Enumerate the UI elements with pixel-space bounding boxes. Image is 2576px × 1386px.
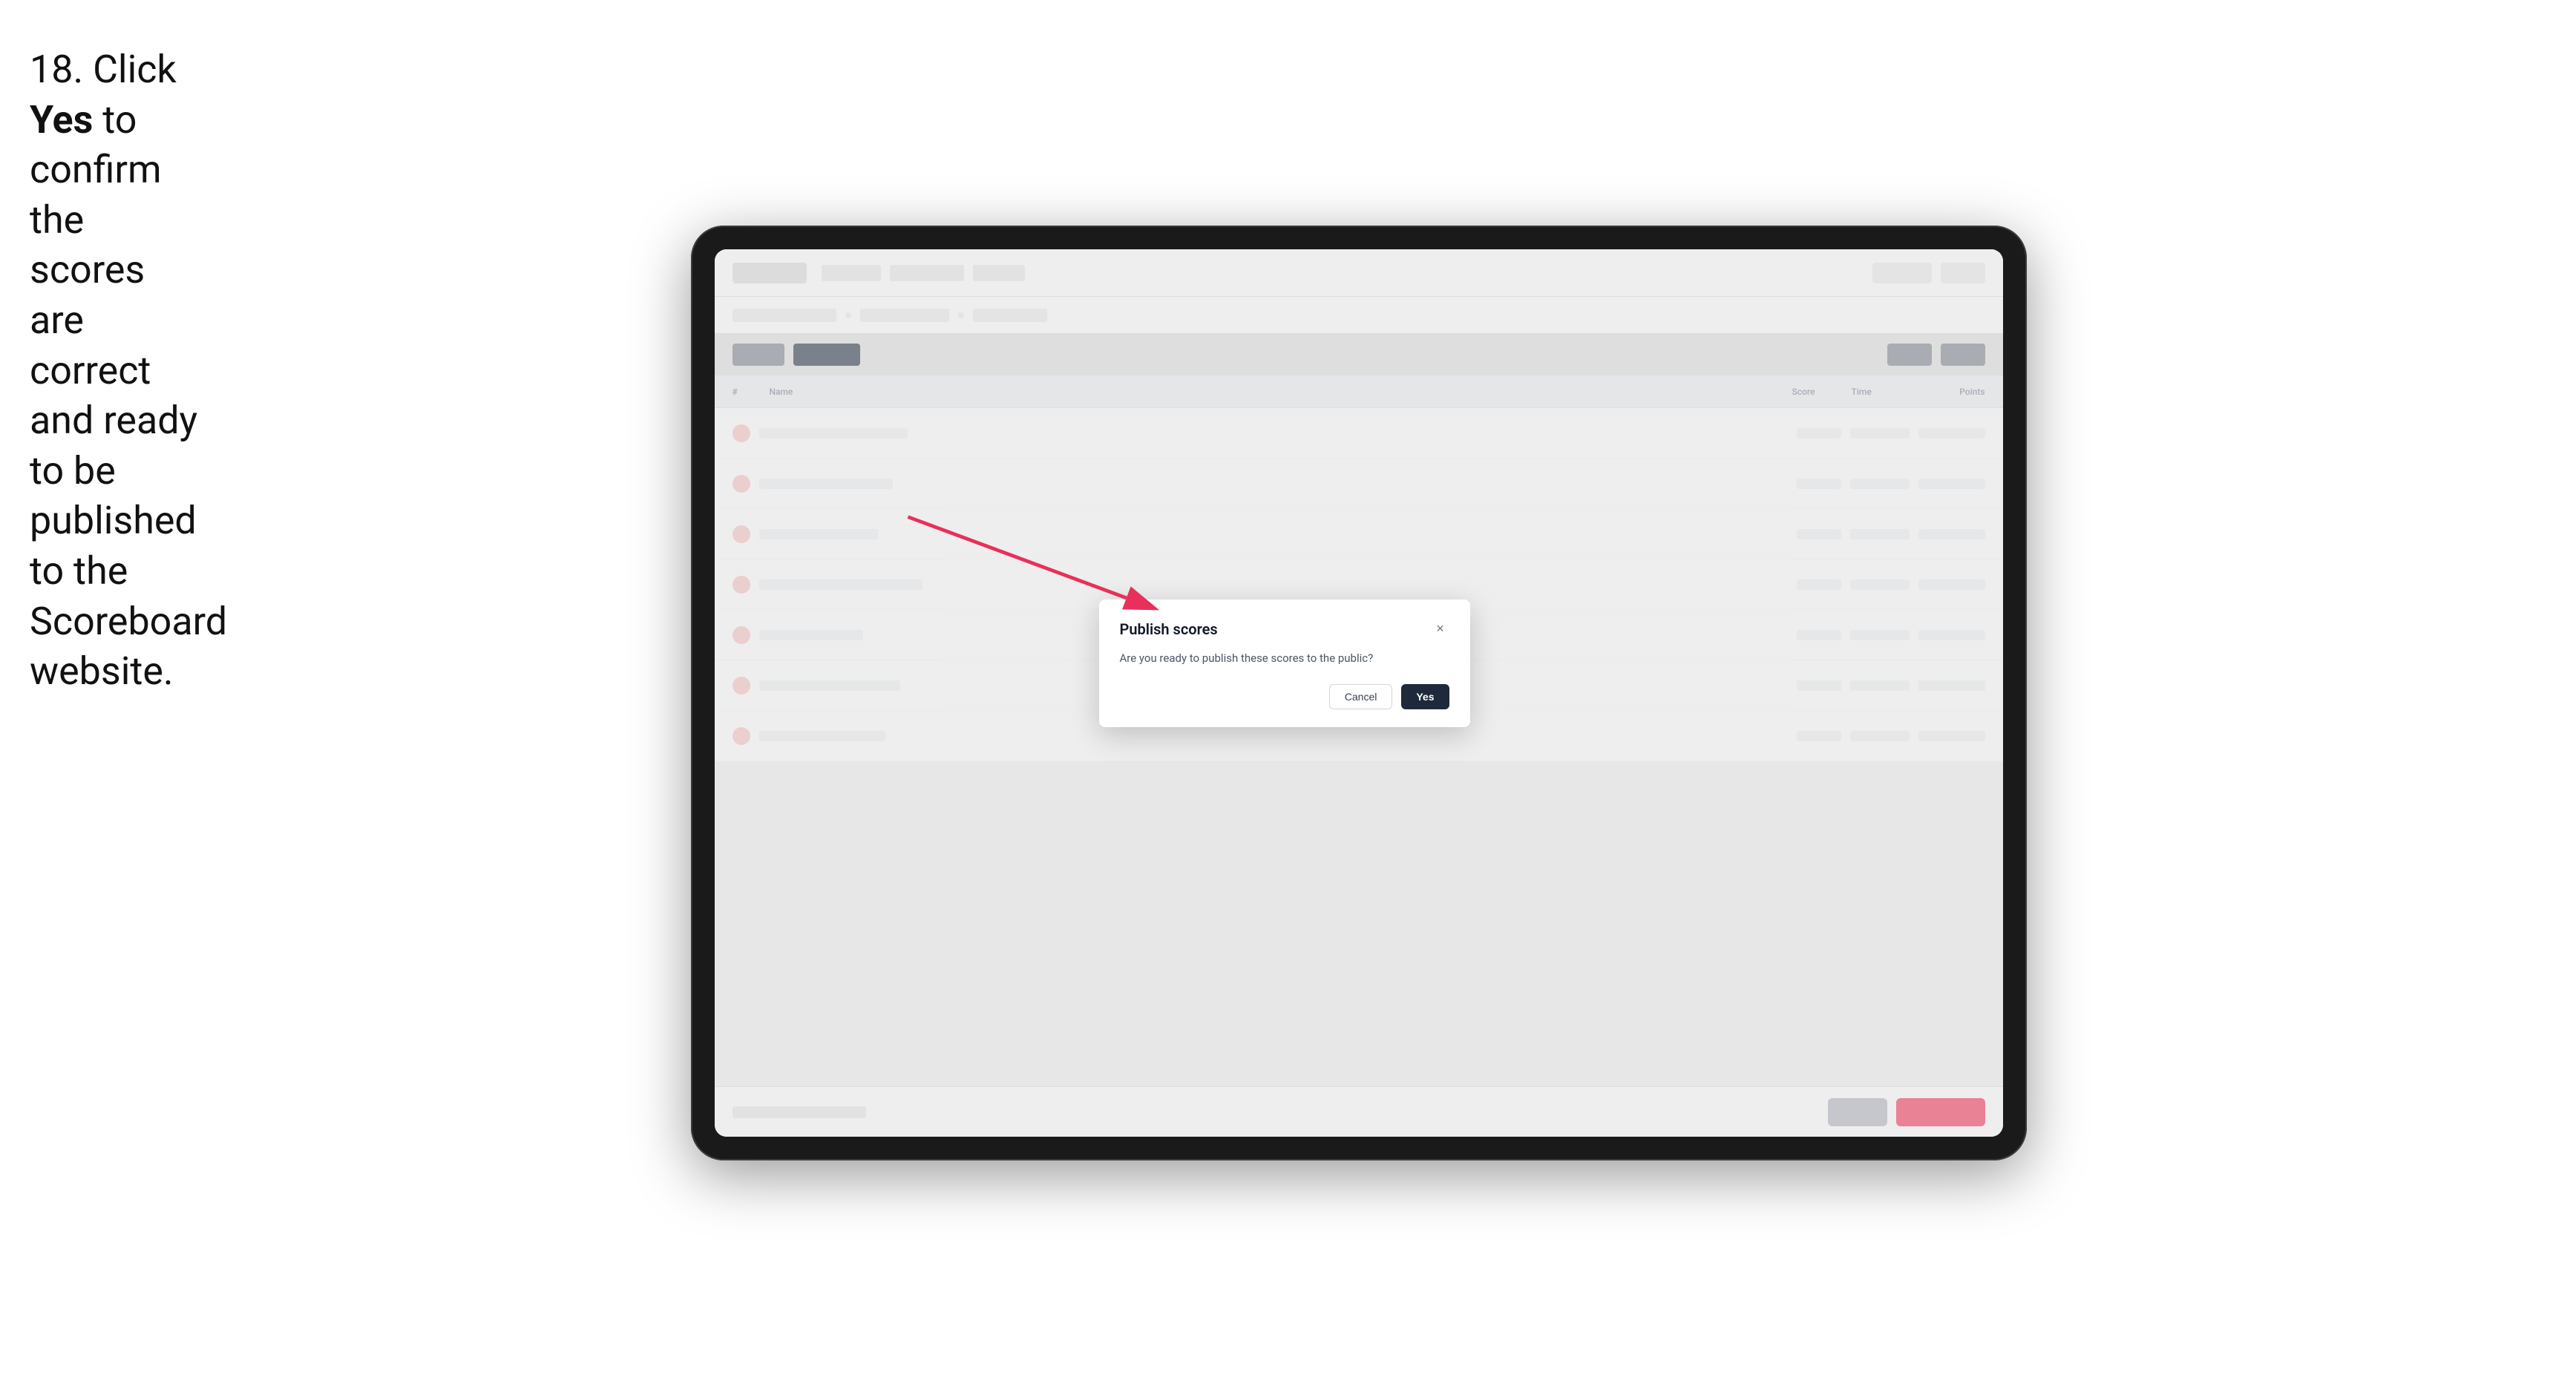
- tablet-screen: # Name Score Time Points: [715, 249, 2003, 1137]
- tablet-wrapper: # Name Score Time Points: [230, 0, 2576, 1386]
- instruction-suffix: to confirm the scores are correct and re…: [30, 97, 227, 694]
- dialog-cancel-button[interactable]: Cancel: [1329, 684, 1393, 709]
- instruction-text: 18. Click Yes to confirm the scores are …: [30, 45, 208, 697]
- instruction-prefix: Click: [93, 47, 177, 92]
- step-number: 18.: [30, 47, 83, 92]
- dialog-footer: Cancel Yes: [1120, 684, 1449, 709]
- modal-overlay: Publish scores × Are you ready to publis…: [715, 249, 2003, 1137]
- dialog-title: Publish scores: [1120, 620, 1218, 638]
- dialog-yes-button[interactable]: Yes: [1401, 684, 1449, 709]
- tablet-device: # Name Score Time Points: [691, 226, 2027, 1160]
- publish-scores-dialog: Publish scores × Are you ready to publis…: [1099, 600, 1470, 728]
- instruction-panel: 18. Click Yes to confirm the scores are …: [0, 0, 230, 697]
- dialog-close-button[interactable]: ×: [1432, 620, 1449, 638]
- dialog-message: Are you ready to publish these scores to…: [1120, 650, 1449, 667]
- dialog-header: Publish scores ×: [1120, 620, 1449, 638]
- instruction-yes-bold: Yes: [30, 97, 93, 142]
